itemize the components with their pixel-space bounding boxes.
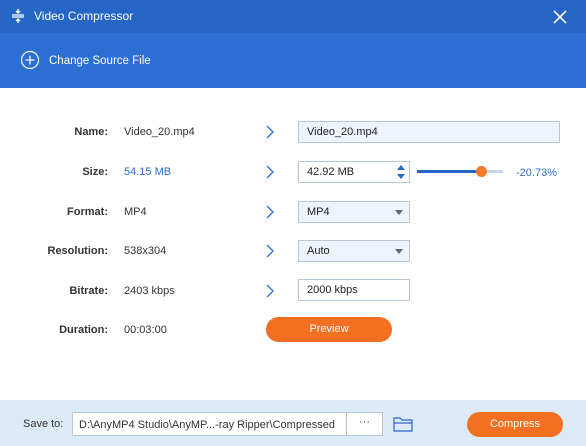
browse-more-button[interactable]: ··· <box>346 413 382 435</box>
size-percent: -20.73% <box>516 167 557 179</box>
format-select-text: MP4 <box>307 206 330 218</box>
name-input[interactable]: Video_20.mp4 <box>298 121 560 143</box>
format-value: MP4 <box>124 206 147 218</box>
chevron-right-icon <box>266 244 274 258</box>
bitrate-input-text: 2000 kbps <box>307 284 358 296</box>
resolution-select-text: Auto <box>307 245 330 257</box>
size-stepper[interactable]: 42.92 MB <box>298 161 410 183</box>
chevron-right-icon <box>266 165 274 179</box>
duration-label: Duration: <box>59 324 108 336</box>
save-path-text: D:\AnyMP4 Studio\AnyMP...-ray Ripper\Com… <box>79 419 335 431</box>
name-label: Name: <box>74 126 108 138</box>
resolution-label: Resolution: <box>47 245 109 257</box>
resolution-value: 538x304 <box>124 245 167 257</box>
size-slider-fill <box>417 170 482 173</box>
chevron-right-icon <box>266 125 274 139</box>
chevron-down-icon <box>395 210 403 215</box>
compress-button[interactable]: Compress <box>467 412 563 437</box>
plus-circle-icon <box>20 50 40 70</box>
duration-value: 00:03:00 <box>124 324 167 336</box>
bitrate-input[interactable]: 2000 kbps <box>298 279 410 301</box>
size-slider[interactable] <box>417 166 503 177</box>
size-input-text: 42.92 MB <box>307 166 355 178</box>
name-value: Video_20.mp4 <box>124 126 195 138</box>
chevron-down-icon <box>395 249 403 254</box>
title-bar: Video Compressor <box>0 0 586 33</box>
compress-icon <box>12 9 24 23</box>
chevron-right-icon <box>266 284 274 298</box>
resolution-select[interactable]: Auto <box>298 240 410 262</box>
source-bar: Change Source File <box>0 33 586 88</box>
change-source-label: Change Source File <box>49 55 151 67</box>
folder-icon[interactable] <box>393 415 413 432</box>
save-path-field[interactable]: D:\AnyMP4 Studio\AnyMP...-ray Ripper\Com… <box>72 412 383 436</box>
chevron-right-icon <box>266 205 274 219</box>
size-slider-thumb[interactable] <box>476 166 487 177</box>
size-label: Size: <box>82 166 108 178</box>
format-select[interactable]: MP4 <box>298 201 410 223</box>
name-input-text: Video_20.mp4 <box>307 126 378 138</box>
preview-button[interactable]: Preview <box>266 317 392 342</box>
size-value: 54.15 MB <box>124 166 172 178</box>
bitrate-label: Bitrate: <box>69 285 108 297</box>
window-title: Video Compressor <box>34 9 134 23</box>
format-label: Format: <box>67 206 108 218</box>
bitrate-value: 2403 kbps <box>124 285 175 297</box>
spin-arrows-icon[interactable] <box>395 163 407 181</box>
save-to-label: Save to: <box>23 418 64 430</box>
close-icon[interactable] <box>551 8 569 26</box>
